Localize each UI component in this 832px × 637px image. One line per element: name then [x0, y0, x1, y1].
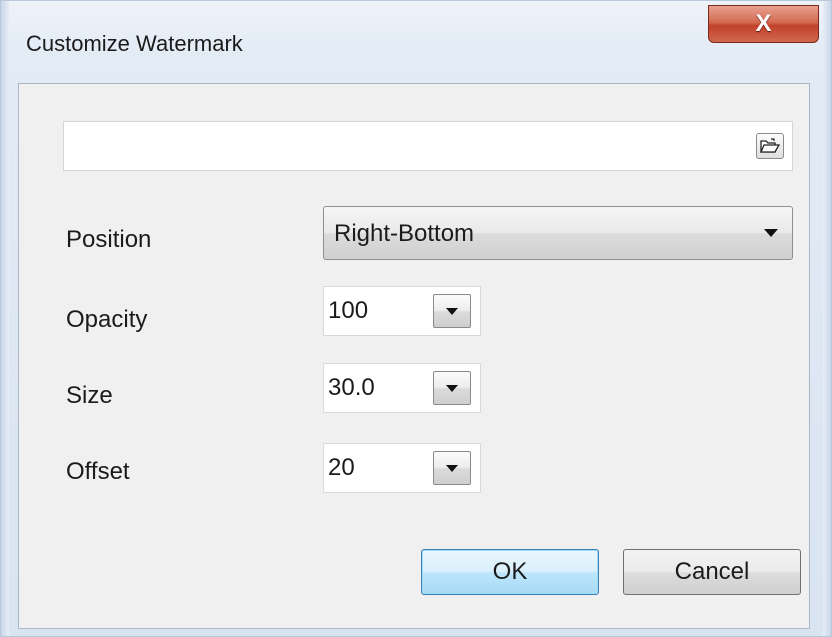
chevron-down-icon — [764, 229, 778, 237]
opacity-input[interactable] — [324, 287, 429, 335]
ok-button[interactable]: OK — [421, 549, 599, 595]
opacity-dropdown-button[interactable] — [433, 294, 471, 328]
watermark-file-input[interactable] — [64, 122, 744, 170]
offset-dropdown-button[interactable] — [433, 451, 471, 485]
cancel-button[interactable]: Cancel — [623, 549, 801, 595]
browse-button[interactable] — [756, 133, 784, 159]
offset-input[interactable] — [324, 444, 429, 492]
close-button[interactable]: X — [708, 5, 819, 43]
folder-open-icon — [760, 138, 780, 153]
opacity-combo — [323, 286, 481, 336]
chevron-down-icon — [446, 308, 458, 315]
chevron-down-icon — [446, 465, 458, 472]
close-icon: X — [755, 10, 772, 37]
window-left-border — [1, 1, 9, 636]
title-bar[interactable]: Customize Watermark — [9, 1, 823, 71]
size-input[interactable] — [324, 364, 429, 412]
chevron-down-icon — [446, 385, 458, 392]
watermark-file-field — [63, 121, 793, 171]
opacity-label: Opacity — [66, 306, 148, 333]
dialog-window: Customize Watermark X Position Right-Bot… — [0, 0, 832, 637]
size-label: Size — [66, 382, 113, 409]
offset-combo — [323, 443, 481, 493]
size-combo — [323, 363, 481, 413]
size-dropdown-button[interactable] — [433, 371, 471, 405]
offset-label: Offset — [66, 458, 130, 485]
dialog-content: Position Right-Bottom Opacity Size Offse… — [18, 83, 810, 629]
position-dropdown[interactable]: Right-Bottom — [323, 206, 793, 260]
position-selected-value: Right-Bottom — [334, 220, 475, 247]
window-title: Customize Watermark — [26, 31, 243, 56]
window-right-border — [823, 1, 831, 636]
position-label: Position — [66, 226, 152, 253]
